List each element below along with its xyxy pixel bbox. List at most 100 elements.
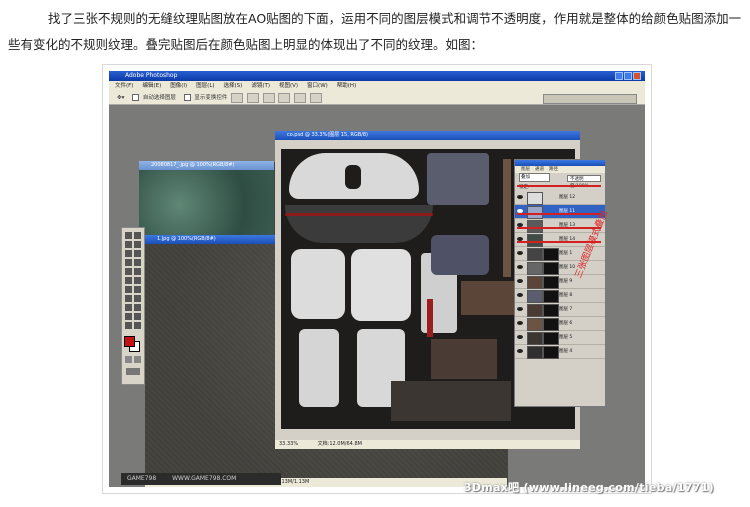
history-brush-icon[interactable] bbox=[134, 268, 141, 275]
show-transform-checkbox[interactable] bbox=[183, 94, 191, 101]
zoom-tool-icon[interactable] bbox=[134, 322, 141, 329]
eraser-tool-icon[interactable] bbox=[125, 277, 132, 284]
menu-window[interactable]: 窗口(W) bbox=[307, 81, 328, 91]
tab-channels[interactable]: 通道 bbox=[535, 166, 544, 173]
align-middle-icon[interactable] bbox=[246, 92, 259, 103]
watermark: 3Dmax吧 (www.lineeg.com/tieba/1771) bbox=[463, 481, 714, 494]
align-bottom-icon[interactable] bbox=[262, 92, 275, 103]
visibility-eye-icon[interactable] bbox=[517, 306, 523, 312]
slice-tool-icon[interactable] bbox=[134, 250, 141, 257]
layer-row-selected[interactable]: 图层 11 bbox=[515, 205, 605, 219]
align-top-icon[interactable] bbox=[231, 92, 244, 103]
menu-filter[interactable]: 滤镜(T) bbox=[251, 81, 270, 91]
layer-name: 图层 4 bbox=[559, 349, 573, 354]
layer-name: 图层 6 bbox=[559, 321, 573, 326]
minimize-button[interactable] bbox=[615, 72, 623, 80]
align-right-icon[interactable] bbox=[309, 92, 322, 103]
dodge-tool-icon[interactable] bbox=[134, 286, 141, 293]
shape-tool-icon[interactable] bbox=[134, 304, 141, 311]
type-tool-icon[interactable] bbox=[134, 295, 141, 302]
tab-layers[interactable]: 图层 bbox=[521, 166, 530, 173]
layer-row[interactable]: 图层 7 bbox=[515, 303, 605, 317]
layer-name: 图层 13 bbox=[559, 223, 576, 228]
zoom-readout: 33.33% bbox=[279, 441, 299, 447]
layer-thumbnail bbox=[527, 192, 543, 205]
visibility-eye-icon[interactable] bbox=[517, 334, 523, 340]
move-tool-icon[interactable] bbox=[134, 232, 141, 239]
layer-mask bbox=[543, 332, 559, 345]
gradient-tool-icon[interactable] bbox=[134, 277, 141, 284]
layer-row[interactable]: 图层 8 bbox=[515, 289, 605, 303]
opacity-field[interactable]: 不透明度:100% bbox=[567, 175, 601, 189]
maximize-button[interactable] bbox=[624, 72, 632, 80]
menu-file[interactable]: 文件(F) bbox=[115, 81, 133, 91]
crop-tool-icon[interactable] bbox=[125, 250, 132, 257]
uv-neck-hole bbox=[345, 165, 361, 189]
menu-view[interactable]: 视图(V) bbox=[279, 81, 298, 91]
lasso-tool-icon[interactable] bbox=[125, 241, 132, 248]
menu-image[interactable]: 图像(I) bbox=[170, 81, 187, 91]
visibility-eye-icon[interactable] bbox=[517, 292, 523, 298]
auto-select-label: 自动选择图层 bbox=[142, 95, 176, 101]
site-logo-strip: GAME798 WWW.GAME798.COM bbox=[121, 473, 281, 485]
magic-wand-icon[interactable] bbox=[134, 241, 141, 248]
layer-row[interactable]: 图层 9 bbox=[515, 275, 605, 289]
layer-name: 图层 11 bbox=[559, 209, 576, 214]
menu-layer[interactable]: 图层(L) bbox=[196, 81, 214, 91]
visibility-eye-icon[interactable] bbox=[517, 278, 523, 284]
uv-torso-left bbox=[291, 249, 345, 319]
toolbox bbox=[121, 227, 145, 385]
menu-edit[interactable]: 编辑(E) bbox=[142, 81, 161, 91]
layer-row[interactable]: 图层 5 bbox=[515, 331, 605, 345]
visibility-eye-icon[interactable] bbox=[517, 348, 523, 354]
layer-row[interactable]: 图层 10 bbox=[515, 261, 605, 275]
layer-row[interactable]: 图层 6 bbox=[515, 317, 605, 331]
app-title: Adobe Photoshop bbox=[125, 72, 178, 79]
align-center-icon[interactable] bbox=[294, 92, 307, 103]
layer-mask bbox=[543, 304, 559, 317]
auto-select-checkbox[interactable] bbox=[132, 94, 140, 101]
uv-cloth-blue-1 bbox=[427, 153, 489, 205]
brush-tool-icon[interactable] bbox=[134, 259, 141, 266]
layer-mask bbox=[543, 290, 559, 303]
visibility-eye-icon[interactable] bbox=[517, 264, 523, 270]
marquee-tool-icon[interactable] bbox=[125, 232, 132, 239]
eyedropper-icon[interactable] bbox=[134, 313, 141, 320]
layer-row[interactable]: 图层 4 bbox=[515, 345, 605, 359]
screen-mode-icon[interactable] bbox=[126, 368, 140, 375]
show-transform-label: 显示变换控件 bbox=[194, 95, 228, 101]
menu-select[interactable]: 选择(S) bbox=[224, 81, 243, 91]
close-button[interactable] bbox=[633, 72, 641, 80]
document-title-bar[interactable]: 20080817_.jpg @ 100%(RGB/8#) bbox=[139, 161, 274, 170]
layer-thumbnail bbox=[527, 248, 543, 261]
stamp-tool-icon[interactable] bbox=[125, 268, 132, 275]
layer-mask bbox=[543, 318, 559, 331]
standard-mode-icon[interactable] bbox=[125, 356, 132, 363]
notes-tool-icon[interactable] bbox=[125, 313, 132, 320]
visibility-eye-icon[interactable] bbox=[517, 194, 523, 200]
layer-thumbnail bbox=[527, 276, 543, 289]
blur-tool-icon[interactable] bbox=[125, 286, 132, 293]
menu-help[interactable]: 帮助(H) bbox=[337, 81, 356, 91]
move-tool-icon[interactable]: ✥▾ bbox=[117, 95, 124, 101]
uv-leather-2 bbox=[431, 339, 497, 379]
screenshot-frame: Adobe Photoshop 文件(F) 编辑(E) 图像(I) 图层(L) … bbox=[102, 64, 652, 494]
layer-mask bbox=[543, 346, 559, 359]
visibility-eye-icon[interactable] bbox=[517, 320, 523, 326]
tab-paths[interactable]: 路径 bbox=[549, 166, 558, 173]
layer-thumbnail bbox=[527, 290, 543, 303]
uv-torso-right bbox=[351, 249, 411, 321]
document-title-bar[interactable]: co.psd @ 33.3%(图层 15, RGB/8) bbox=[275, 131, 580, 140]
layer-row[interactable]: 图层 12 bbox=[515, 191, 605, 205]
align-left-icon[interactable] bbox=[278, 92, 291, 103]
blend-mode-select[interactable]: 叠加 bbox=[519, 173, 550, 182]
quickmask-mode-icon[interactable] bbox=[134, 356, 141, 363]
palette-well[interactable] bbox=[543, 94, 637, 104]
hand-tool-icon[interactable] bbox=[125, 322, 132, 329]
pen-tool-icon[interactable] bbox=[125, 304, 132, 311]
healing-brush-icon[interactable] bbox=[125, 259, 132, 266]
path-select-icon[interactable] bbox=[125, 295, 132, 302]
visibility-eye-icon[interactable] bbox=[517, 250, 523, 256]
layer-thumbnail bbox=[527, 304, 543, 317]
foreground-color-swatch[interactable] bbox=[124, 336, 135, 347]
